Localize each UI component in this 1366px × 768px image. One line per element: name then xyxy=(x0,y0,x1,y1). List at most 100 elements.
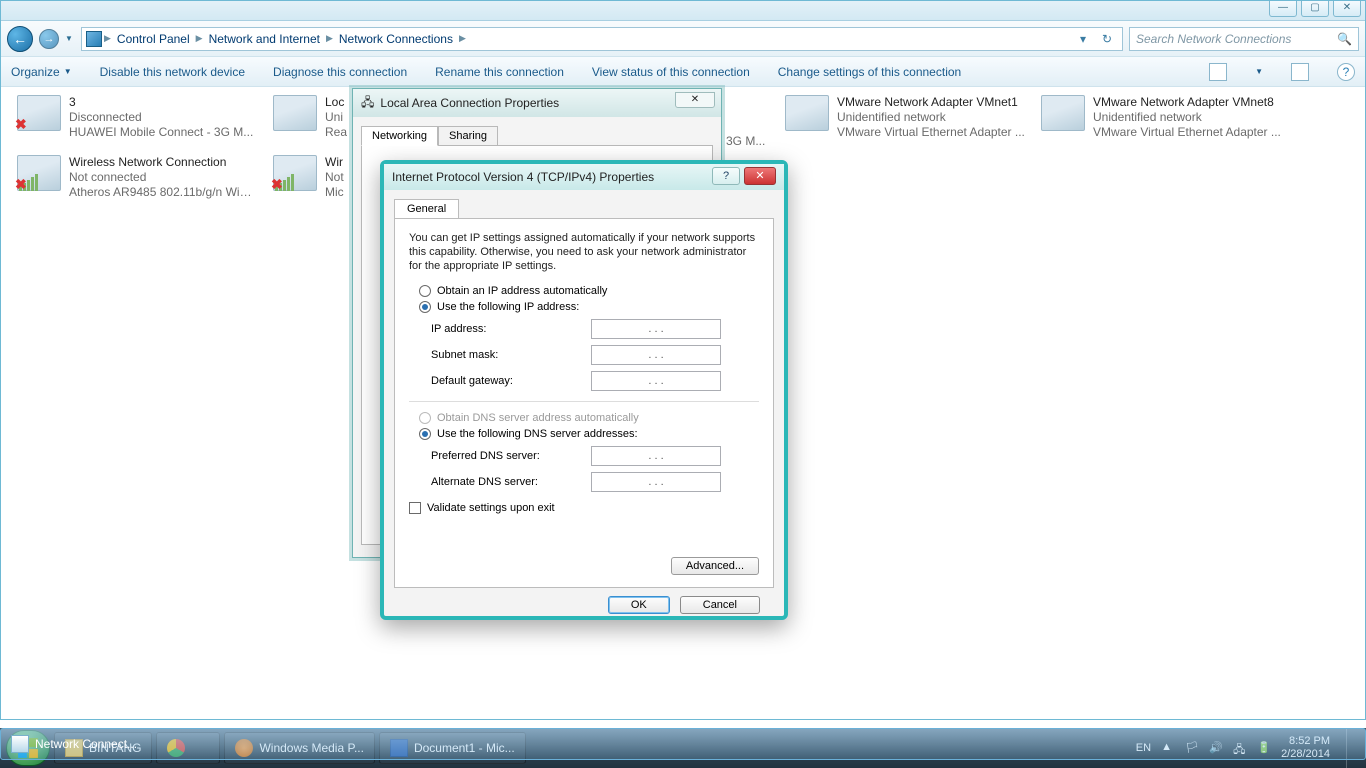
default-gateway-label: Default gateway: xyxy=(431,375,591,387)
connection-device: Mic xyxy=(325,185,344,200)
connection-name: 3 xyxy=(69,95,253,110)
connection-name: Loc xyxy=(325,95,347,110)
connection-item[interactable]: VMware Network Adapter VMnet1Unidentifie… xyxy=(785,95,1025,140)
breadcrumb[interactable]: Network Connections xyxy=(335,32,457,46)
ok-button[interactable]: OK xyxy=(608,596,670,614)
connection-status: Uni xyxy=(325,110,347,125)
dialog-title: Internet Protocol Version 4 (TCP/IPv4) P… xyxy=(392,170,654,184)
search-placeholder: Search Network Connections xyxy=(1136,32,1291,46)
alternate-dns-label: Alternate DNS server: xyxy=(431,476,591,488)
preferred-dns-label: Preferred DNS server: xyxy=(431,450,591,462)
connection-status: Unidentified network xyxy=(837,110,1025,125)
radio-use-dns[interactable]: Use the following DNS server addresses: xyxy=(419,428,759,440)
radio-use-ip[interactable]: Use the following IP address: xyxy=(419,301,759,313)
taskbar-item-label: Network Connect... xyxy=(35,737,137,751)
explorer-icon xyxy=(11,735,29,753)
adapter-icon: ✖ xyxy=(17,95,61,131)
subnet-mask-input[interactable]: . . . xyxy=(591,345,721,365)
radio-icon xyxy=(419,428,431,440)
ip-address-input[interactable]: . . . xyxy=(591,319,721,339)
help-button[interactable]: ? xyxy=(712,167,740,185)
ip-address-label: IP address: xyxy=(431,323,591,335)
connection-name: Wir xyxy=(325,155,344,170)
radio-icon xyxy=(419,285,431,297)
validate-checkbox[interactable]: Validate settings upon exit xyxy=(409,502,759,514)
radio-obtain-ip-auto[interactable]: Obtain an IP address automatically xyxy=(419,285,759,297)
cancel-button[interactable]: Cancel xyxy=(680,596,760,614)
radio-obtain-dns-auto: Obtain DNS server address automatically xyxy=(419,412,759,424)
address-bar[interactable]: ▶ Control Panel ▶ Network and Internet ▶… xyxy=(81,27,1123,51)
connection-item[interactable]: ✖ Wireless Network ConnectionNot connecte… xyxy=(17,155,257,200)
preview-pane-icon[interactable] xyxy=(1291,63,1309,81)
tab-sharing[interactable]: Sharing xyxy=(438,126,498,146)
advanced-button[interactable]: Advanced... xyxy=(671,557,759,575)
disable-device-button[interactable]: Disable this network device xyxy=(100,65,245,79)
rename-button[interactable]: Rename this connection xyxy=(435,65,564,79)
chevron-down-icon: ▼ xyxy=(64,67,72,76)
connection-device: Atheros AR9485 802.11b/g/n WiFi... xyxy=(69,185,257,200)
search-icon: 🔍 xyxy=(1337,32,1352,46)
breadcrumb[interactable]: Control Panel xyxy=(113,32,194,46)
view-status-button[interactable]: View status of this connection xyxy=(592,65,750,79)
connection-status: Disconnected xyxy=(69,110,253,125)
tab-networking[interactable]: Networking xyxy=(361,126,438,146)
change-settings-button[interactable]: Change settings of this connection xyxy=(778,65,961,79)
preferred-dns-input[interactable]: . . . xyxy=(591,446,721,466)
connection-item[interactable]: VMware Network Adapter VMnet8Unidentifie… xyxy=(1041,95,1281,140)
view-options-icon[interactable] xyxy=(1209,63,1227,81)
adapter-icon: 🖧 xyxy=(361,93,374,114)
taskbar: BINTANGWindows Media P...Document1 - Mic… xyxy=(0,728,1366,768)
search-input[interactable]: Search Network Connections 🔍 xyxy=(1129,27,1359,51)
connection-status: Unidentified network xyxy=(1093,110,1281,125)
dialog-titlebar[interactable]: Internet Protocol Version 4 (TCP/IPv4) P… xyxy=(384,164,784,190)
history-dropdown-icon[interactable]: ▼ xyxy=(65,34,75,43)
dialog-titlebar[interactable]: 🖧 Local Area Connection Properties ✕ xyxy=(353,89,721,117)
wifi-icon: ✖ xyxy=(17,155,61,191)
description-text: You can get IP settings assigned automat… xyxy=(409,231,759,273)
connection-name: Wireless Network Connection xyxy=(69,155,257,170)
connection-status: Not connected xyxy=(69,170,257,185)
command-bar: Organize▼ Disable this network device Di… xyxy=(1,57,1365,87)
refresh-icon[interactable]: ↻ xyxy=(1096,32,1118,46)
breadcrumb[interactable]: Network and Internet xyxy=(205,32,324,46)
connection-item[interactable]: ✖ 3DisconnectedHUAWEI Mobile Connect - 3G… xyxy=(17,95,257,140)
back-button[interactable]: ← xyxy=(7,26,33,52)
default-gateway-input[interactable]: . . . xyxy=(591,371,721,391)
adapter-icon xyxy=(273,95,317,131)
nav-toolbar: ← → ▼ ▶ Control Panel ▶ Network and Inte… xyxy=(1,21,1365,57)
connection-device: HUAWEI Mobile Connect - 3G M... xyxy=(69,125,253,140)
radio-icon xyxy=(419,301,431,313)
forward-button[interactable]: → xyxy=(39,29,59,49)
chevron-right-icon[interactable]: ▶ xyxy=(196,33,203,44)
chevron-right-icon[interactable]: ▶ xyxy=(326,33,333,44)
close-button[interactable]: ✕ xyxy=(744,167,776,185)
organize-menu[interactable]: Organize▼ xyxy=(11,65,72,79)
connection-name: VMware Network Adapter VMnet8 xyxy=(1093,95,1281,110)
diagnose-button[interactable]: Diagnose this connection xyxy=(273,65,407,79)
tab-general[interactable]: General xyxy=(394,199,459,219)
connection-status: Not xyxy=(325,170,344,185)
maximize-button[interactable]: ▢ xyxy=(1301,1,1329,17)
close-button[interactable]: ✕ xyxy=(675,92,715,108)
chevron-right-icon[interactable]: ▶ xyxy=(104,33,111,44)
address-dropdown-icon[interactable]: ▾ xyxy=(1072,32,1094,46)
connection-device: VMware Virtual Ethernet Adapter ... xyxy=(1093,125,1281,140)
wifi-icon: ✖ xyxy=(273,155,317,191)
radio-icon xyxy=(419,412,431,424)
close-button[interactable]: ✕ xyxy=(1333,1,1361,17)
chevron-down-icon[interactable]: ▼ xyxy=(1255,67,1263,76)
connection-device: VMware Virtual Ethernet Adapter ... xyxy=(837,125,1025,140)
ipv4-properties-dialog: Internet Protocol Version 4 (TCP/IPv4) P… xyxy=(380,160,788,620)
location-icon xyxy=(86,31,102,47)
alternate-dns-input[interactable]: . . . xyxy=(591,472,721,492)
explorer-titlebar[interactable]: — ▢ ✕ xyxy=(1,1,1365,21)
help-icon[interactable]: ? xyxy=(1337,63,1355,81)
subnet-mask-label: Subnet mask: xyxy=(431,349,591,361)
checkbox-icon xyxy=(409,502,421,514)
taskbar-item-explorer[interactable]: Network Connect... xyxy=(0,728,1366,760)
minimize-button[interactable]: — xyxy=(1269,1,1297,17)
connection-name: VMware Network Adapter VMnet1 xyxy=(837,95,1025,110)
adapter-icon xyxy=(1041,95,1085,131)
connection-device: Rea xyxy=(325,125,347,140)
chevron-right-icon[interactable]: ▶ xyxy=(459,33,466,44)
